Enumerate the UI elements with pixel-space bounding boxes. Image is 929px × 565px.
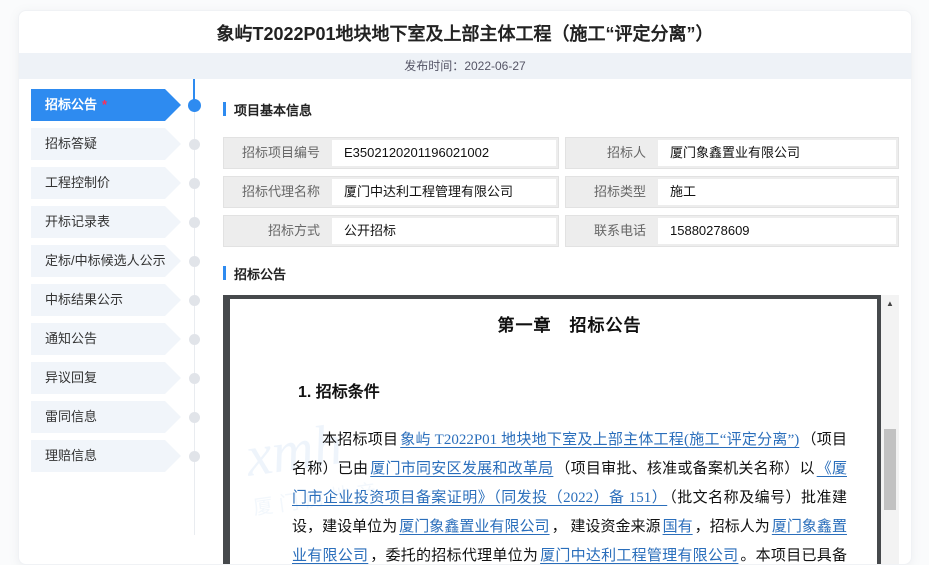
timeline-dot <box>189 256 200 267</box>
sidebar-item-label: 中标结果公示 <box>45 292 123 307</box>
document-viewer: xmh 厦门房地产 第一章 招标公告 1. 招标条件 本招标项目象屿 T2022… <box>223 295 899 565</box>
content-card: 象屿T2022P01地块地下室及上部主体工程（施工“评定分离”） 发布时间：20… <box>18 10 912 565</box>
field-agency-name: 招标代理名称 厦门中达利工程管理有限公司 <box>223 176 559 208</box>
doc-hyperlink[interactable]: 厦门象鑫置业有限公司 <box>397 519 551 535</box>
document-scrollbar[interactable]: ▲ <box>881 295 899 565</box>
section-accent-bar <box>223 102 226 116</box>
field-value: 15880278609 <box>658 218 896 244</box>
document-content: 第一章 招标公告 1. 招标条件 本招标项目象屿 T2022P01 地块地下室及… <box>230 299 877 565</box>
required-asterisk: * <box>102 97 107 112</box>
field-tenderer: 招标人 厦门象鑫置业有限公司 <box>565 137 899 169</box>
field-value: 施工 <box>658 179 896 205</box>
sidebar-item-objection-reply[interactable]: 异议回复 <box>31 362 181 394</box>
field-label: 招标代理名称 <box>224 177 332 207</box>
sidebar-item-label: 工程控制价 <box>45 175 110 190</box>
doc-hyperlink[interactable]: 国有 <box>661 519 695 535</box>
timeline-dot <box>189 412 200 423</box>
publish-time-label: 发布时间： <box>404 59 464 73</box>
timeline-dot <box>189 139 200 150</box>
body-row: 招标公告 * 招标答疑 工程控制价 开标记录表 定标/中标候选人公示 中标结果公示… <box>19 79 911 565</box>
sidebar-item-label: 理赔信息 <box>45 448 97 463</box>
field-value: 厦门象鑫置业有限公司 <box>658 140 896 166</box>
scrollbar-thumb[interactable] <box>884 429 896 510</box>
doc-text-run: （项目审批、核准或备案机关名称）以 <box>555 461 814 477</box>
field-label: 招标方式 <box>224 216 332 246</box>
timeline-dot <box>189 334 200 345</box>
timeline-dot <box>189 178 200 189</box>
document-page: xmh 厦门房地产 第一章 招标公告 1. 招标条件 本招标项目象屿 T2022… <box>230 295 877 565</box>
timeline-dot <box>189 217 200 228</box>
section-header-announcement: 招标公告 <box>223 265 899 281</box>
timeline-dot <box>189 295 200 306</box>
document-paragraph: 本招标项目象屿 T2022P01 地块地下室及上部主体工程(施工“评定分离”) （… <box>292 426 847 565</box>
doc-hyperlink[interactable]: 象屿 T2022P01 地块地下室及上部主体工程(施工“评定分离”) <box>398 432 801 448</box>
section-header-basic-info: 项目基本信息 <box>223 101 899 117</box>
doc-text-run: ，委托的招标代理单位为 <box>370 548 538 564</box>
field-value: E3502120201196021002 <box>332 140 556 166</box>
sidebar-item-label: 异议回复 <box>45 370 97 385</box>
sidebar-nav: 招标公告 * 招标答疑 工程控制价 开标记录表 定标/中标候选人公示 中标结果公示… <box>19 89 181 565</box>
field-contact-phone: 联系电话 15880278609 <box>565 215 899 247</box>
publish-time-bar: 发布时间：2022-06-27 <box>19 53 911 79</box>
field-project-number: 招标项目编号 E3502120201196021002 <box>223 137 559 169</box>
sidebar-item-bid-clarification[interactable]: 招标答疑 <box>31 128 181 160</box>
field-tender-method: 招标方式 公开招标 <box>223 215 559 247</box>
sidebar-item-label: 招标答疑 <box>45 136 97 151</box>
field-label: 联系电话 <box>566 216 658 246</box>
doc-hyperlink[interactable]: 厦门市同安区发展和改革局 <box>368 461 555 477</box>
sidebar-item-similarity-info[interactable]: 雷同信息 <box>31 401 181 433</box>
document-left-frame <box>223 295 230 565</box>
progress-timeline <box>181 89 207 565</box>
timeline-line <box>194 89 195 535</box>
section-accent-bar <box>223 266 226 280</box>
scroll-up-icon[interactable]: ▲ <box>881 299 899 308</box>
field-label: 招标类型 <box>566 177 658 207</box>
doc-text-run: ， 建设资金来源 <box>552 519 661 535</box>
doc-hyperlink[interactable]: 厦门中达利工程管理有限公司 <box>538 548 740 564</box>
timeline-dot <box>189 373 200 384</box>
field-label: 招标项目编号 <box>224 138 332 168</box>
sidebar-item-bid-opening-record[interactable]: 开标记录表 <box>31 206 181 238</box>
sidebar-item-label: 招标公告 <box>45 97 97 112</box>
sidebar-item-label: 雷同信息 <box>45 409 97 424</box>
sidebar-item-notice[interactable]: 通知公告 <box>31 323 181 355</box>
doc-text-run: 本招标项目 <box>322 432 398 448</box>
field-label: 招标人 <box>566 138 658 168</box>
sidebar-item-label: 通知公告 <box>45 331 97 346</box>
document-chapter-title: 第一章 招标公告 <box>292 311 847 336</box>
main-content: 项目基本信息 招标项目编号 E3502120201196021002 招标人 厦… <box>223 89 899 565</box>
timeline-active-segment <box>193 79 195 101</box>
field-tender-type: 招标类型 施工 <box>565 176 899 208</box>
doc-text-run: ，招标人为 <box>695 519 770 535</box>
sidebar-item-claim-info[interactable]: 理赔信息 <box>31 440 181 472</box>
section-title: 项目基本信息 <box>234 100 312 119</box>
sidebar-item-bid-announcement[interactable]: 招标公告 * <box>31 89 181 121</box>
field-value: 公开招标 <box>332 218 556 244</box>
publish-time-value: 2022-06-27 <box>464 59 525 73</box>
field-value: 厦门中达利工程管理有限公司 <box>332 179 556 205</box>
sidebar-item-label: 定标/中标候选人公示 <box>45 253 166 268</box>
sidebar-item-winner-candidate-publicity[interactable]: 定标/中标候选人公示 <box>31 245 181 277</box>
sidebar-item-project-control-price[interactable]: 工程控制价 <box>31 167 181 199</box>
section-title: 招标公告 <box>234 264 286 283</box>
sidebar-item-label: 开标记录表 <box>45 214 110 229</box>
document-section-title: 1. 招标条件 <box>298 378 847 402</box>
timeline-dot-active <box>188 99 201 112</box>
project-info-table: 招标项目编号 E3502120201196021002 招标人 厦门象鑫置业有限… <box>223 137 899 247</box>
timeline-dot <box>189 451 200 462</box>
sidebar-item-winning-result[interactable]: 中标结果公示 <box>31 284 181 316</box>
page-title: 象屿T2022P01地块地下室及上部主体工程（施工“评定分离”） <box>19 11 911 53</box>
